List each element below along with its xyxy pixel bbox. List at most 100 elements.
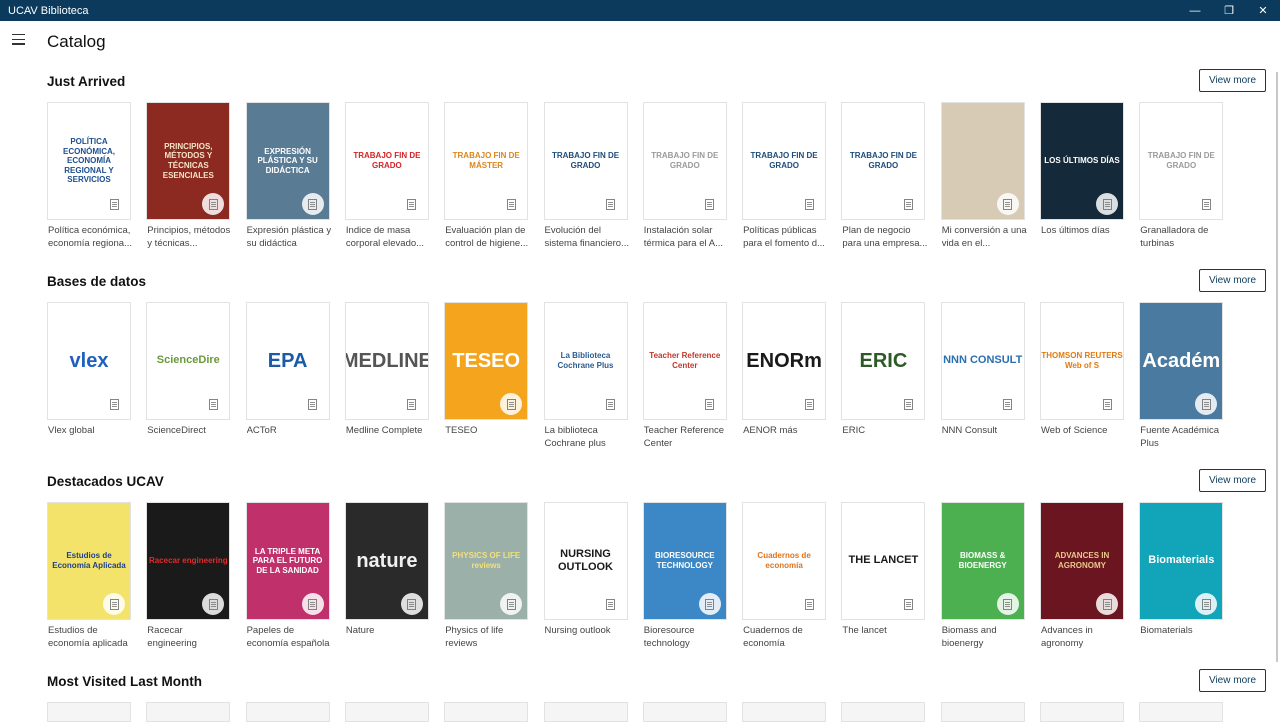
tile-label[interactable]: Bioresource technology [644,625,730,650]
view-more-button[interactable]: View more [1199,269,1266,292]
tile-label[interactable]: Biomaterials [1140,625,1226,638]
cover-image[interactable]: NURSING OUTLOOK [543,502,628,620]
tile-label[interactable]: Cuadernos de economía [743,625,829,650]
document-icon [599,393,622,415]
cover-image[interactable]: ERIC [841,302,926,420]
cover-image[interactable]: TRABAJO FIN DE GRADO [1139,102,1224,220]
cover-image[interactable]: vlex [47,302,131,420]
cover-image[interactable]: ENORm [742,302,827,420]
tile-label[interactable]: Estudios de economía aplicada [48,625,134,650]
cover-image[interactable]: La Biblioteca Cochrane Plus [543,302,628,420]
cover-image[interactable] [1040,702,1124,722]
cover-image[interactable]: MEDLINE [344,302,429,420]
cover-image[interactable]: LOS ÚLTIMOS DÍAS [1040,102,1124,220]
cover-image[interactable] [940,702,1025,722]
cover-image[interactable]: TRABAJO FIN DE GRADO [344,102,429,220]
cover-image[interactable]: ScienceDire [146,302,231,420]
view-more-button[interactable]: View more [1199,69,1266,92]
tile-label[interactable]: Expresión plástica y su didáctica [247,225,333,250]
cover-image[interactable]: PHYSICS OF LIFE reviews [444,502,529,620]
cover-image[interactable] [47,702,131,722]
cover-image[interactable]: THOMSON REUTERS Web of S [1040,302,1124,420]
tile-label[interactable]: Fuente Académica Plus [1140,425,1226,450]
cover-image[interactable] [742,702,827,722]
cover-image[interactable] [1139,702,1224,722]
cover-image[interactable] [841,702,926,722]
cover-image[interactable]: EPA [245,302,330,420]
document-icon [599,193,622,215]
tile-label[interactable]: Physics of life reviews [445,625,531,650]
cover-image[interactable]: ADVANCES IN AGRONOMY [1040,502,1124,620]
tile-label[interactable]: Indice de masa corporal elevado... [346,225,432,250]
tile-label[interactable]: Advances in agronomy [1041,625,1127,650]
cover-image[interactable]: Académ [1139,302,1224,420]
cover-image[interactable]: Estudios de Economía Aplicada [47,502,131,620]
tile-label[interactable]: Plan de negocio para una empresa... [842,225,928,250]
cover-image[interactable]: nature [344,502,429,620]
tile-label[interactable]: Web of Science [1041,425,1127,438]
cover-image[interactable]: TRABAJO FIN DE GRADO [742,102,827,220]
cover-image[interactable]: BIOMASS & BIOENERGY [940,502,1025,620]
cover-image[interactable] [344,702,429,722]
tile-label[interactable]: The lancet [842,625,928,638]
cover-image[interactable]: POLÍTICA ECONÓMICA, ECONOMÍA REGIONAL Y … [47,102,131,220]
tile-label[interactable]: NNN Consult [942,425,1028,438]
tile-label[interactable]: Racecar engineering [147,625,233,650]
tile-label[interactable]: Biomass and bioenergy [942,625,1028,650]
cover-image[interactable]: NNN CONSULT [940,302,1025,420]
document-icon [400,593,423,615]
cover-image[interactable]: EXPRESIÓN PLÁSTICA Y SU DIDÁCTICA [245,102,330,220]
cover-image[interactable]: BIORESOURCE TECHNOLOGY [642,502,727,620]
cover-image[interactable]: Teacher Reference Center [642,302,727,420]
tile-label[interactable]: Evolución del sistema financiero... [545,225,631,250]
scrollbar[interactable] [1272,62,1280,720]
view-more-button[interactable]: View more [1199,469,1266,492]
cover-image[interactable]: Cuadernos de economía [742,502,827,620]
tile-label[interactable]: Políticas públicas para el fomento d... [743,225,829,250]
scrollbar-thumb[interactable] [1276,72,1278,662]
tile-label[interactable]: Nature [346,625,432,638]
document-icon [798,193,821,215]
tile-label[interactable]: Mi conversión a una vida en el... [942,225,1028,250]
tile-label[interactable]: Política económica, economía regiona... [48,225,134,250]
tile-label[interactable]: Los últimos días [1041,225,1127,238]
tile-label[interactable]: Principios, métodos y técnicas... [147,225,233,250]
document-icon [798,593,821,615]
tile-label[interactable]: Instalación solar térmica para el A... [644,225,730,250]
cover-image[interactable]: LA TRIPLE META PARA EL FUTURO DE LA SANI… [245,502,330,620]
cover-image[interactable]: THE LANCET [841,502,926,620]
cover-image[interactable] [543,702,628,722]
cover-image[interactable] [444,702,529,722]
cover-image[interactable]: TRABAJO FIN DE GRADO [841,102,926,220]
cover-image[interactable]: TRABAJO FIN DE GRADO [543,102,628,220]
tile-label[interactable]: ScienceDirect [147,425,233,438]
document-icon [698,393,721,415]
tile-label[interactable]: ACToR [247,425,333,438]
cover-image[interactable]: Biomaterials [1139,502,1224,620]
tile-label[interactable]: Granalladora de turbinas [1140,225,1226,250]
cover-image[interactable]: TESEO [444,302,529,420]
close-button[interactable]: ✕ [1246,0,1280,21]
cover-image[interactable] [940,102,1025,220]
tile-label[interactable]: Evaluación plan de control de higiene... [445,225,531,250]
maximize-button[interactable]: ❐ [1212,0,1246,21]
cover-image[interactable] [245,702,330,722]
tile-label[interactable]: AENOR más [743,425,829,438]
tile-label[interactable]: Vlex global [48,425,134,438]
tile-label[interactable]: TESEO [445,425,531,438]
tile-label[interactable]: Nursing outlook [545,625,631,638]
cover-image[interactable] [146,702,231,722]
cover-image[interactable]: PRINCIPIOS, MÉTODOS Y TÉCNICAS ESENCIALE… [146,102,231,220]
cover-image[interactable]: TRABAJO FIN DE GRADO [642,102,727,220]
tile-label[interactable]: ERIC [842,425,928,438]
minimize-button[interactable]: — [1178,0,1212,21]
tile-label[interactable]: La biblioteca Cochrane plus [545,425,631,450]
cover-image[interactable] [642,702,727,722]
tile-label[interactable]: Medline Complete [346,425,432,438]
tile-label[interactable]: Papeles de economía española [247,625,333,650]
hamburger-icon[interactable] [12,34,25,45]
tile-label[interactable]: Teacher Reference Center [644,425,730,450]
cover-image[interactable]: Racecar engineering [146,502,231,620]
cover-image[interactable]: TRABAJO FIN DE MÁSTER [444,102,529,220]
view-more-button[interactable]: View more [1199,669,1266,692]
